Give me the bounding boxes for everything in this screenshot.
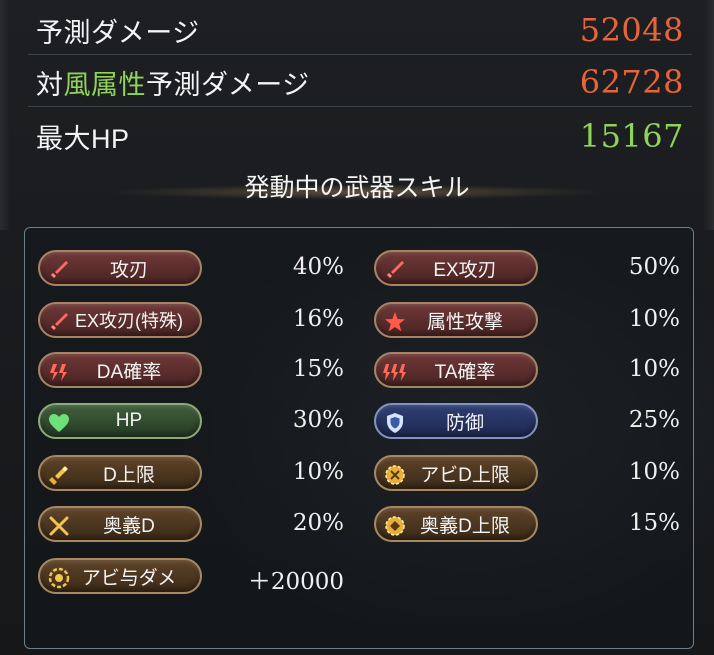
skill-9[interactable]: アビD上限 xyxy=(374,454,538,492)
skill-12-value: ＋20000 xyxy=(247,569,344,595)
element-damage-prefix: 対 xyxy=(36,69,64,100)
skill-4-value: 15% xyxy=(292,356,344,382)
skill-11-pill[interactable]: 奥義D上限 xyxy=(374,506,538,542)
skill-10-value: 20% xyxy=(292,510,344,536)
skill-12-pill[interactable]: アビ与ダメ xyxy=(38,558,202,594)
ability-damage-icon xyxy=(46,565,72,591)
element-damage-label: 対風属性予測ダメージ xyxy=(28,63,310,102)
skill-2-pill[interactable]: EX攻刃(特殊) xyxy=(38,302,202,338)
predicted-damage-label: 予測ダメージ xyxy=(36,17,200,48)
skill-4[interactable]: DA確率 xyxy=(38,351,202,389)
skill-0[interactable]: 攻刃 xyxy=(38,249,202,287)
skill-8[interactable]: D上限 xyxy=(38,454,202,492)
skill-8-value: 10% xyxy=(292,459,344,485)
skill-1[interactable]: EX攻刃 xyxy=(374,249,538,287)
max-hp-label: 最大HP xyxy=(36,123,130,154)
skill-9-pill[interactable]: アビD上限 xyxy=(374,455,538,491)
ougi-icon xyxy=(46,513,72,539)
skill-10[interactable]: 奥義D xyxy=(38,505,202,543)
skill-10-pill[interactable]: 奥義D xyxy=(38,506,202,542)
skill-2[interactable]: EX攻刃(特殊) xyxy=(38,301,202,339)
sword-icon xyxy=(46,257,72,283)
skill-11-value: 15% xyxy=(628,510,680,536)
predicted-damage-row: 予測ダメージ 52048 xyxy=(28,6,692,55)
star-icon xyxy=(382,309,408,335)
skill-4-pill[interactable]: DA確率 xyxy=(38,352,202,388)
skill-8-pill[interactable]: D上限 xyxy=(38,455,202,491)
skill-6-value: 30% xyxy=(292,407,344,433)
element-damage-value: 62728 xyxy=(579,63,684,101)
skill-7-value: 25% xyxy=(628,407,680,433)
heart-icon xyxy=(46,410,72,436)
element-damage-suffix: 予測ダメージ xyxy=(146,69,310,100)
skill-1-value: 50% xyxy=(628,254,680,280)
shield-icon xyxy=(382,410,408,436)
triple-strike-icon xyxy=(382,359,408,385)
sword-icon xyxy=(46,309,72,335)
skill-3[interactable]: 属性攻撃 xyxy=(374,301,538,339)
skill-3-pill[interactable]: 属性攻撃 xyxy=(374,302,538,338)
skill-12[interactable]: アビ与ダメ xyxy=(38,557,202,595)
ougi-cap-icon xyxy=(382,513,408,539)
skill-5-pill[interactable]: TA確率 xyxy=(374,352,538,388)
max-hp-row: 最大HP 15167 xyxy=(28,112,692,160)
skill-2-value: 16% xyxy=(292,306,344,332)
element-name: 風属性 xyxy=(63,69,146,100)
skill-3-value: 10% xyxy=(628,306,680,332)
skill-5-value: 10% xyxy=(628,356,680,382)
skill-0-value: 40% xyxy=(292,254,344,280)
predicted-damage-value: 52048 xyxy=(579,11,684,49)
ability-cap-icon xyxy=(382,462,408,488)
skill-7[interactable]: 防御 xyxy=(374,402,538,440)
skill-11[interactable]: 奥義D上限 xyxy=(374,505,538,543)
skill-6[interactable]: HP xyxy=(38,402,202,440)
skill-7-pill[interactable]: 防御 xyxy=(374,403,538,439)
skill-6-pill[interactable]: HP xyxy=(38,403,202,439)
skill-9-value: 10% xyxy=(628,459,680,485)
skill-5[interactable]: TA確率 xyxy=(374,351,538,389)
element-damage-row: 対風属性予測ダメージ 62728 xyxy=(28,58,692,107)
sword-icon xyxy=(382,257,408,283)
skill-0-pill[interactable]: 攻刃 xyxy=(38,250,202,286)
section-title: 発動中の武器スキル xyxy=(244,174,470,202)
double-strike-icon xyxy=(46,359,72,385)
skill-1-pill[interactable]: EX攻刃 xyxy=(374,250,538,286)
max-hp-value: 15167 xyxy=(579,117,684,155)
damage-cap-icon xyxy=(46,462,72,488)
